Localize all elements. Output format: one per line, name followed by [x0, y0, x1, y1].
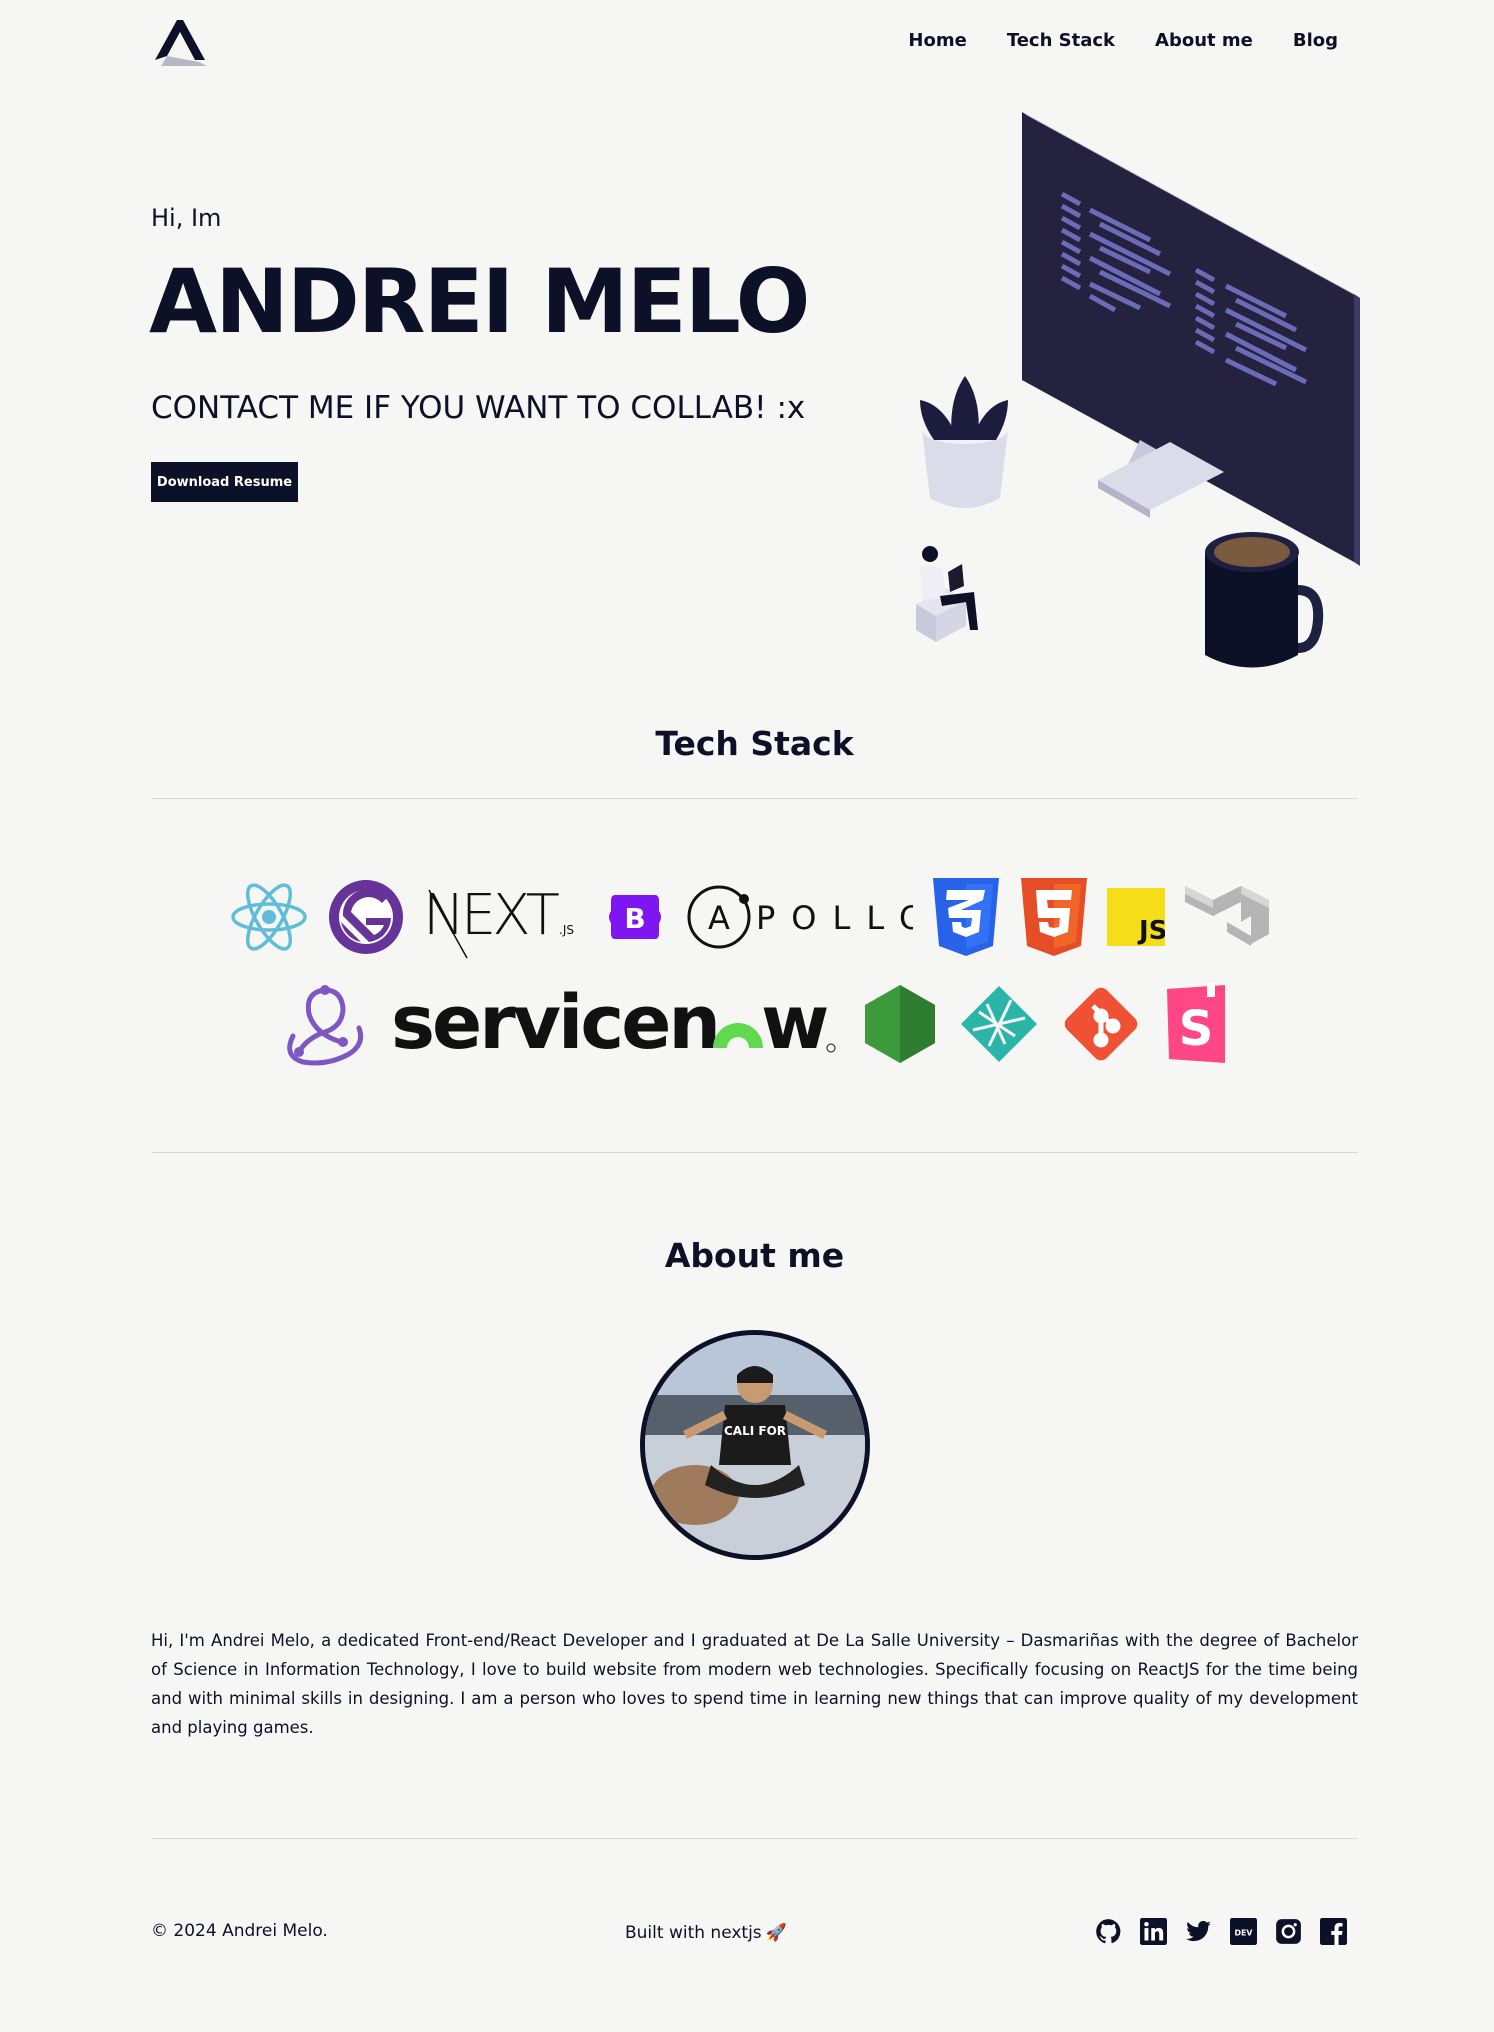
- footer-built-with-text: Built with nextjs: [625, 1923, 762, 1943]
- storybook-letter: S: [1178, 1001, 1213, 1057]
- servicenow-logo: servicen w: [391, 984, 835, 1064]
- tech-logos-row-2: servicen w S: [151, 982, 1358, 1066]
- avatar: CALI FOR: [640, 1330, 870, 1560]
- avatar-shirt-text: CALI FOR: [724, 1424, 786, 1438]
- twitter-icon[interactable]: [1185, 1918, 1212, 1945]
- footer-copyright: © 2024 Andrei Melo.: [151, 1921, 328, 1941]
- javascript-icon: JS: [1106, 888, 1165, 946]
- nodejs-icon: [864, 985, 935, 1063]
- servicenow-wordmark-end: w: [761, 984, 827, 1064]
- html5-icon: [1020, 878, 1087, 956]
- css3-icon: [932, 878, 999, 956]
- hero-greeting: Hi, Im: [151, 204, 222, 232]
- facebook-icon[interactable]: [1320, 1918, 1347, 1945]
- dev-icon-label: DEV: [1235, 1928, 1254, 1937]
- main-nav: Home Tech Stack About me Blog: [908, 30, 1338, 51]
- tech-logos-row-1: NEXT .JS B A POLLO JS: [151, 872, 1358, 962]
- social-links: DEV: [1095, 1918, 1347, 1945]
- about-title: About me: [664, 1236, 845, 1275]
- nextjs-suffix: .JS: [559, 923, 574, 937]
- redux-icon: [286, 985, 363, 1066]
- footer-divider: [151, 1838, 1358, 1839]
- footer-built-with: Built with nextjs 🚀: [625, 1923, 787, 1943]
- mui-icon: [1184, 886, 1269, 946]
- site-logo-icon[interactable]: [151, 14, 211, 68]
- github-icon[interactable]: [1095, 1918, 1122, 1945]
- netlify-icon: [960, 986, 1037, 1062]
- workspace-illustration: [916, 112, 1360, 668]
- tech-stack-title: Tech Stack: [655, 724, 854, 763]
- nav-home[interactable]: Home: [908, 30, 966, 51]
- instagram-icon[interactable]: [1275, 1918, 1302, 1945]
- download-resume-button[interactable]: Download Resume: [151, 462, 298, 502]
- javascript-letters: JS: [1137, 916, 1165, 946]
- nav-blog[interactable]: Blog: [1293, 30, 1338, 51]
- svg-text:POLLO: POLLO: [756, 899, 913, 937]
- tech-stack-bottom-divider: [151, 1152, 1358, 1153]
- rocket-icon: 🚀: [765, 1923, 787, 1943]
- dev-icon[interactable]: DEV: [1230, 1918, 1257, 1945]
- hero-name: ANDREI MELO: [149, 250, 810, 353]
- hero-tagline: CONTACT ME IF YOU WANT TO COLLAB! :x: [151, 390, 806, 426]
- storybook-icon: S: [1166, 983, 1225, 1063]
- react-icon: [230, 883, 307, 951]
- nextjs-logo: NEXT .JS: [423, 883, 574, 959]
- bootstrap-icon: B: [608, 895, 661, 939]
- about-bio: Hi, I'm Andrei Melo, a dedicated Front-e…: [151, 1631, 1358, 1737]
- apollo-mark-letter: A: [708, 899, 730, 937]
- git-icon: [1064, 987, 1137, 1061]
- gatsby-icon: [328, 880, 403, 954]
- avatar-photo: CALI FOR: [645, 1335, 865, 1555]
- nav-about-me[interactable]: About me: [1155, 30, 1253, 51]
- bootstrap-letter: B: [624, 902, 645, 935]
- nav-tech-stack[interactable]: Tech Stack: [1007, 30, 1115, 51]
- apollo-logo: A POLLO: [687, 885, 913, 949]
- servicenow-wordmark: servicen: [391, 984, 718, 1064]
- linkedin-icon[interactable]: [1140, 1918, 1167, 1945]
- tech-stack-top-divider: [151, 798, 1358, 799]
